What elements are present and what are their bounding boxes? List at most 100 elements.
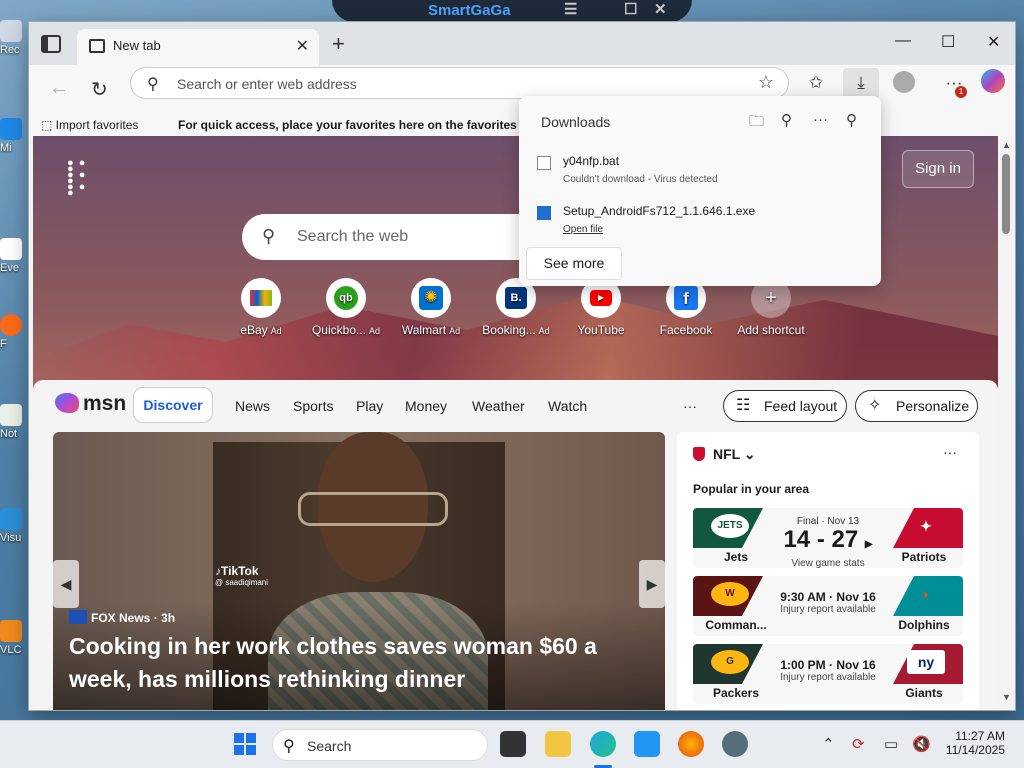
desktop-icon-notepad[interactable]: Not xyxy=(0,404,28,440)
shortcut-quickbooks[interactable]: qb Quickbo... Ad xyxy=(306,278,386,337)
game-card[interactable]: JETS ✦ Final · Nov 13 14 - 27 ▶ View gam… xyxy=(693,508,963,568)
game-info: 9:30 AM · Nov 16 Injury report available xyxy=(763,584,893,615)
copilot-icon[interactable] xyxy=(981,69,1005,93)
shortcut-booking[interactable]: B. Booking... Ad xyxy=(476,278,556,337)
personalize-button[interactable]: ✧ Personalize xyxy=(855,390,978,422)
task-view-icon[interactable] xyxy=(500,731,526,757)
taskbar-search-label: Search xyxy=(307,738,352,754)
tab-discover[interactable]: Discover xyxy=(133,387,213,423)
desktop-icon-label: Eve xyxy=(0,262,19,274)
close-tab-icon[interactable]: ✕ xyxy=(296,36,309,56)
see-more-button[interactable]: See more xyxy=(526,247,622,280)
desktop-icon-eve[interactable]: Eve xyxy=(0,238,28,274)
volume-muted-icon[interactable]: 🔇 xyxy=(912,735,931,753)
shortcut-ebay[interactable]: eBay Ad xyxy=(221,278,301,337)
clock[interactable]: 11:27 AM 11/14/2025 xyxy=(943,729,1005,757)
new-tab-page-icon xyxy=(89,39,105,53)
scroll-up-icon[interactable]: ▲ xyxy=(1002,140,1011,150)
edge-icon[interactable] xyxy=(590,731,616,757)
open-folder-icon[interactable]: 🗀 xyxy=(749,111,764,136)
nfl-shield-icon xyxy=(693,447,705,461)
msn-brand: msn xyxy=(83,392,127,415)
desktop-icon-f[interactable]: F xyxy=(0,314,28,350)
tab-weather[interactable]: Weather xyxy=(472,398,525,414)
show-hidden-icons-icon[interactable]: ⌃ xyxy=(822,735,835,753)
article-source: FOX News · 3h xyxy=(69,610,175,625)
nfl-more-icon[interactable]: ··· xyxy=(943,444,957,460)
scroll-down-icon[interactable]: ▼ xyxy=(1002,692,1011,702)
new-tab-button[interactable]: + xyxy=(332,31,345,57)
desktop-icon-mi[interactable]: Mi xyxy=(0,118,28,154)
tab-play[interactable]: Play xyxy=(356,398,383,414)
import-favorites-link[interactable]: ⬚ Import favorites xyxy=(41,118,138,132)
tab-news[interactable]: News xyxy=(235,398,270,414)
tab-sports[interactable]: Sports xyxy=(293,398,333,414)
back-icon[interactable]: ← xyxy=(49,77,69,100)
tab-actions-icon[interactable] xyxy=(41,35,61,53)
maximize-icon[interactable]: ☐ xyxy=(941,32,955,52)
web-search-box[interactable]: ⚲ Search the web xyxy=(242,214,562,260)
display-icon[interactable]: ▭ xyxy=(884,735,898,753)
game-card[interactable]: G ny 1:00 PM · Nov 16 Injury report avai… xyxy=(693,644,963,704)
desktop-icon-vscode[interactable]: Visu xyxy=(0,508,28,544)
start-button[interactable] xyxy=(234,733,256,755)
tab-watch[interactable]: Watch xyxy=(548,398,587,414)
game-card[interactable]: W ◗ 9:30 AM · Nov 16 Injury report avail… xyxy=(693,576,963,636)
desktop-icon-label: VLC xyxy=(0,644,22,656)
tiktok-watermark: ♪TikTok @ saadiqimani xyxy=(215,564,268,587)
smartgaga-icon[interactable] xyxy=(634,731,660,757)
more-tabs-icon[interactable]: ··· xyxy=(683,398,697,414)
feed-layout-button[interactable]: ☷ Feed layout xyxy=(723,390,847,422)
source-name: FOX News xyxy=(91,611,151,625)
hero-article[interactable]: ♪TikTok @ saadiqimani ◀ ▶ FOX News · 3h C… xyxy=(53,432,665,710)
tab-new-tab[interactable]: New tab ✕ xyxy=(77,29,319,65)
tab-money[interactable]: Money xyxy=(405,398,447,414)
taskbar-search[interactable]: ⚲ Search xyxy=(272,729,488,761)
add-favorite-icon[interactable]: ☆ xyxy=(758,72,774,93)
file-explorer-icon[interactable] xyxy=(545,731,571,757)
injury-report-link[interactable]: Injury report available xyxy=(763,604,893,615)
article-headline[interactable]: Cooking in her work clothes saves woman … xyxy=(69,630,629,696)
add-shortcut-button[interactable]: + Add shortcut xyxy=(731,278,811,337)
pin-icon[interactable]: ⚲ xyxy=(846,111,857,129)
chevron-down-icon: ⌄ xyxy=(743,446,756,462)
firefox-icon[interactable] xyxy=(678,731,704,757)
security-alert-icon[interactable]: ⟳ xyxy=(852,735,865,753)
shortcut-youtube[interactable]: ▶ YouTube xyxy=(561,278,641,337)
walmart-icon: ✺ xyxy=(411,278,451,318)
scroll-thumb[interactable] xyxy=(1002,154,1010,234)
close-window-icon[interactable]: ✕ xyxy=(987,32,1000,52)
page-scrollbar[interactable]: ▲ ▼ xyxy=(999,136,1015,710)
shortcut-walmart[interactable]: ✺ Walmart Ad xyxy=(391,278,471,337)
favorites-icon[interactable]: ✩ xyxy=(803,73,829,93)
msn-logo[interactable]: msn xyxy=(55,392,126,416)
carousel-next-icon[interactable]: ▶ xyxy=(639,560,665,608)
background-app-maximize-icon[interactable]: ☐ xyxy=(624,0,637,18)
sign-in-button[interactable]: Sign in xyxy=(902,150,974,188)
search-downloads-icon[interactable]: ⚲ xyxy=(781,111,792,129)
address-bar[interactable]: ⚲ Search or enter web address ☆ xyxy=(130,67,789,99)
background-app-window[interactable]: SmartGaGa ☰ ☐ ✕ xyxy=(332,0,692,22)
minimize-icon[interactable]: — xyxy=(895,32,911,50)
injury-report-link[interactable]: Injury report available xyxy=(763,672,893,683)
nfl-header[interactable]: NFL ⌄ xyxy=(693,446,756,463)
desktop-icon-recycle-bin[interactable]: Rec xyxy=(0,20,28,56)
background-app-close-icon[interactable]: ✕ xyxy=(654,0,667,18)
background-app-menu-icon[interactable]: ☰ xyxy=(564,0,577,18)
exe-file-icon xyxy=(537,206,551,220)
view-game-stats-link[interactable]: View game stats xyxy=(763,558,893,568)
refresh-icon[interactable]: ↻ xyxy=(91,77,108,102)
apps-launcher-icon[interactable]: ● ● ● ● ● ● ● ● ● xyxy=(67,158,87,199)
open-file-link[interactable]: Open file xyxy=(563,224,603,235)
nfl-card: NFL ⌄ ··· Popular in your area JETS ✦ Fi… xyxy=(677,432,979,710)
profile-avatar[interactable] xyxy=(893,71,915,93)
home-team-name: Comman... xyxy=(705,618,767,632)
settings-gear-icon[interactable] xyxy=(722,731,748,757)
shortcut-facebook[interactable]: f Facebook xyxy=(646,278,726,337)
carousel-previous-icon[interactable]: ◀ xyxy=(53,560,79,608)
downloads-title: Downloads xyxy=(541,114,611,130)
more-options-icon[interactable]: ··· xyxy=(813,111,828,128)
import-icon: ⬚ xyxy=(41,118,56,132)
desktop-icon-vlc[interactable]: VLC xyxy=(0,620,28,656)
downloads-panel: Downloads 🗀 ⚲ ··· ⚲ y04nfp.bat Couldn't … xyxy=(519,96,881,286)
